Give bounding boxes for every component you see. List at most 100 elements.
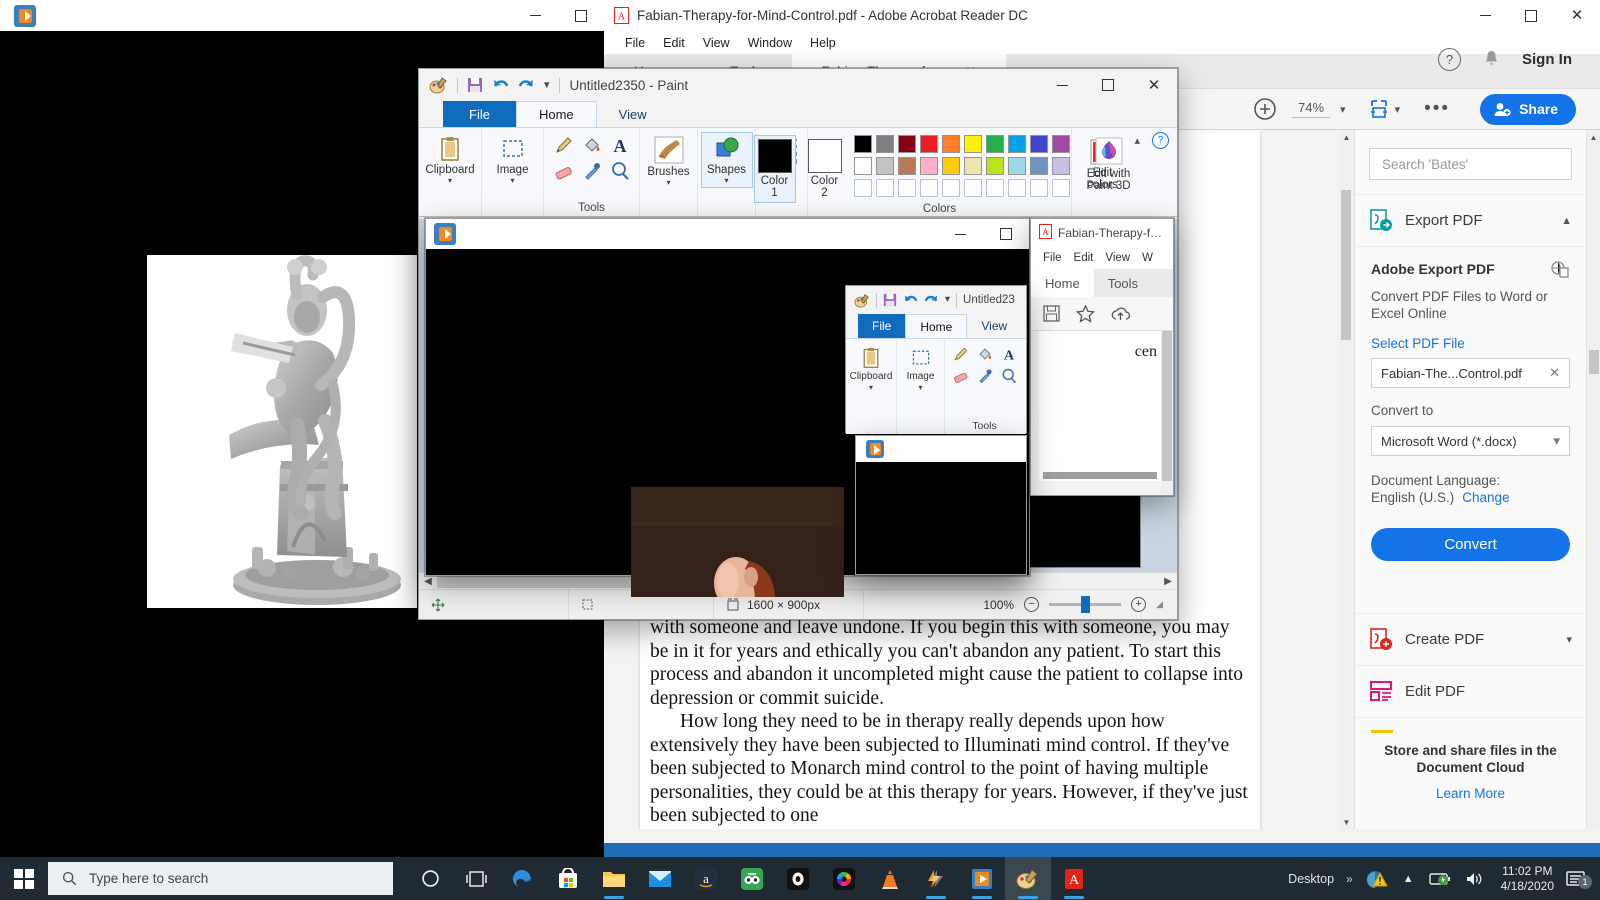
color1-button[interactable]: Color 1 (753, 135, 796, 203)
ribbon-tab-strip[interactable]: File Home View (846, 314, 1026, 338)
palette-swatch-0-2[interactable] (897, 135, 916, 153)
minimize-button[interactable] (512, 0, 558, 31)
edge-icon[interactable] (499, 857, 545, 900)
tray-expand-icon[interactable]: ▲ (1395, 873, 1422, 885)
eraser-icon[interactable] (553, 160, 575, 182)
tab-file[interactable]: File (858, 314, 906, 338)
desktop-label[interactable]: Desktop (1282, 872, 1340, 886)
window-controls[interactable] (937, 219, 1029, 249)
caret-icon[interactable]: ▾ (869, 384, 873, 392)
paint-app-icon[interactable] (429, 76, 448, 94)
ribbon-help-icon[interactable]: ? (1152, 132, 1169, 149)
paint-icon[interactable] (1005, 857, 1051, 900)
selected-file-field[interactable]: Fabian-The...Control.pdf ✕ (1371, 358, 1570, 388)
undo-icon[interactable] (903, 293, 918, 307)
save-icon[interactable] (883, 293, 897, 307)
palette-swatch-1-9[interactable] (1051, 157, 1070, 175)
help-icon[interactable]: ? (1438, 48, 1461, 71)
window-controls[interactable] (512, 0, 604, 31)
clear-file-icon[interactable]: ✕ (1549, 365, 1560, 381)
palette-swatch-0-8[interactable] (1029, 135, 1048, 153)
system-tray[interactable]: Desktop » ▲ 11:02 PM 4/18/2020 1 (1282, 864, 1600, 894)
tab-home[interactable]: Home (1031, 269, 1094, 297)
menu-bar[interactable]: File Edit View W (1031, 247, 1173, 269)
group-tools[interactable]: A Tools (543, 128, 639, 216)
palette-custom-slot-7[interactable] (1007, 179, 1026, 197)
tab-view[interactable]: View (597, 101, 669, 127)
brushes-button[interactable]: Brushes ▾ (643, 132, 695, 190)
quick-access-toolbar[interactable]: ▾ (429, 76, 560, 94)
color-picker-icon[interactable] (976, 367, 994, 385)
rail-scrollbar[interactable]: ▲ (1586, 130, 1600, 829)
scrollbar[interactable] (1161, 331, 1173, 495)
battery-icon[interactable] (1422, 872, 1458, 886)
undo-icon[interactable] (492, 77, 509, 93)
document-tab-strip[interactable]: Home Tools (1031, 269, 1173, 297)
image-button[interactable]: Image ▾ (895, 343, 947, 395)
group-colors[interactable]: Color 1 Color 2 Edit colors Colors (753, 128, 1118, 216)
save-icon[interactable] (467, 77, 483, 93)
tab-home[interactable]: Home (905, 314, 968, 338)
menu-edit[interactable]: Edit (1068, 252, 1100, 264)
text-tool-icon[interactable]: A (609, 134, 631, 156)
tripadvisor-icon[interactable] (729, 857, 775, 900)
scroll-thumb[interactable] (1162, 331, 1172, 481)
window-controls[interactable]: ✕ (1462, 0, 1600, 31)
convert-button[interactable]: Convert (1371, 528, 1570, 561)
palette-custom-slot-5[interactable] (963, 179, 982, 197)
tab-view[interactable]: View (967, 314, 1021, 338)
copy-web-icon[interactable] (1551, 261, 1570, 278)
text-tool-icon[interactable]: A (1000, 345, 1018, 363)
more-tools-icon[interactable]: ••• (1424, 99, 1450, 119)
palette-swatch-1-6[interactable] (985, 157, 1004, 175)
minimize-button[interactable] (1039, 69, 1085, 101)
menu-file[interactable]: File (616, 34, 654, 52)
share-button[interactable]: Share (1480, 93, 1576, 125)
magnifier-icon[interactable] (609, 160, 631, 182)
palette-custom-slot-1[interactable] (875, 179, 894, 197)
maximize-button[interactable] (558, 0, 604, 31)
tools-rail[interactable]: Search 'Bates' Export PDF ▲ Adobe Export… (1354, 130, 1586, 829)
palette-custom-slot-2[interactable] (897, 179, 916, 197)
zoom-slider-handle[interactable] (1080, 596, 1090, 613)
caret-icon[interactable]: ▾ (510, 177, 514, 185)
tab-file[interactable]: File (443, 101, 516, 127)
palette-custom-slot-0[interactable] (853, 179, 872, 197)
acrobat-icon[interactable]: A (1051, 857, 1097, 900)
scroll-down-arrow[interactable]: ▼ (1339, 815, 1354, 829)
close-button[interactable]: ✕ (1131, 69, 1177, 101)
menu-view[interactable]: View (694, 34, 739, 52)
amazon-icon[interactable]: a (683, 857, 729, 900)
ribbon[interactable]: Clipboard ▾ Image ▾ A Tools (846, 338, 1026, 434)
learn-more-link[interactable]: Learn More (1436, 786, 1505, 801)
media-player-window-nested-2[interactable] (855, 435, 1027, 575)
warning-shield-icon[interactable] (1359, 868, 1395, 889)
pdf-page-viewport[interactable]: cen (1031, 331, 1173, 495)
window-controls[interactable]: ✕ (1039, 69, 1177, 101)
menu-view[interactable]: View (1099, 252, 1136, 264)
palette-swatch-0-4[interactable] (941, 135, 960, 153)
fill-bucket-icon[interactable] (581, 134, 603, 156)
bell-icon[interactable] (1483, 50, 1500, 69)
export-pdf-panel-header[interactable]: Export PDF ▲ (1355, 194, 1586, 247)
paint-app-icon[interactable] (854, 293, 870, 308)
palette-swatch-0-1[interactable] (875, 135, 894, 153)
palette-swatch-0-9[interactable] (1051, 135, 1070, 153)
caret-icon[interactable]: ▾ (666, 179, 670, 187)
create-pdf-row[interactable]: Create PDF ▾ (1355, 613, 1586, 666)
chevron-up-icon[interactable]: ▲ (1561, 215, 1572, 227)
tools-grid[interactable]: A (550, 132, 634, 184)
minimize-button[interactable] (937, 219, 983, 249)
caret-icon[interactable]: ▾ (448, 177, 452, 185)
sign-in-button[interactable]: Sign In (1522, 51, 1572, 68)
color-wheel-icon[interactable] (821, 857, 867, 900)
magnifier-icon[interactable] (1000, 367, 1018, 385)
palette-swatch-0-3[interactable] (919, 135, 938, 153)
rail-scroll-up-arrow[interactable]: ▲ (1587, 130, 1600, 144)
color-palette[interactable] (853, 135, 1072, 199)
camera-icon[interactable] (775, 857, 821, 900)
group-clipboard[interactable]: Clipboard ▾ (419, 128, 481, 216)
fit-page-icon[interactable] (1368, 98, 1390, 120)
task-view-icon[interactable] (453, 857, 499, 900)
close-button[interactable]: ✕ (1554, 0, 1600, 31)
